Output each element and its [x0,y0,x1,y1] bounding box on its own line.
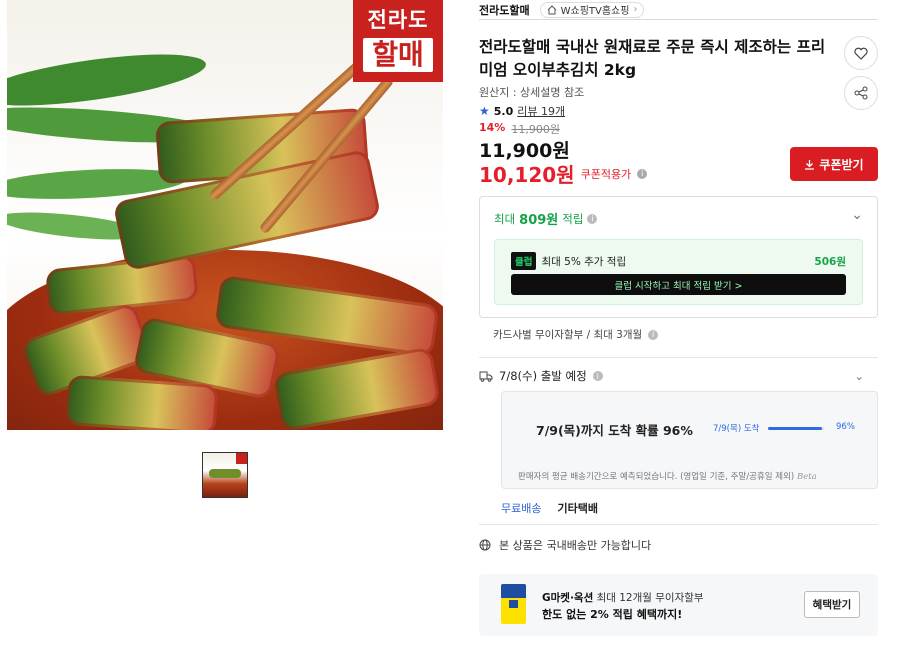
home-icon [547,4,556,14]
club-points-row: 클럽 최대 5% 추가 적립 506원 [511,252,846,270]
info-icon[interactable]: i [587,213,598,224]
promo-brand: G마켓·옥션 [542,592,594,604]
points-prefix: 최대 [494,211,516,226]
coupon-download-button[interactable]: 쿠폰받기 [790,147,878,181]
coupon-price-row: 10,120원 쿠폰적용가 i [479,159,648,188]
arrival-probability-bar [768,427,824,430]
divider [479,357,878,358]
thumbnail-cucumber [209,469,241,478]
share-icon [854,86,868,100]
brand-badge-line2: 할매 [363,38,433,72]
arrival-bar-percent: 96% [836,422,855,432]
divider [479,524,878,525]
product-main-image[interactable]: 전라도 할매 [7,0,443,430]
channel-tag[interactable]: W쇼핑TV홈쇼핑 › [539,1,645,18]
club-points-amount: 506원 [814,255,846,268]
share-button[interactable] [844,76,878,110]
image-thumbnail[interactable] [202,452,248,498]
seller-bar: 전라도할매 W쇼핑TV홈쇼핑 › [479,0,878,20]
info-icon[interactable]: i [637,168,648,179]
coupon-price: 10,120원 [479,163,575,187]
promo-line1: G마켓·옥션 최대 12개월 무이자할부 [542,590,704,605]
domestic-only-notice: 본 상품은 국내배송만 가능합니다 [479,537,651,553]
rating-score: 5.0 [493,104,514,118]
courier-label: 기타택배 [557,502,598,515]
favorite-button[interactable] [844,36,878,70]
club-points-text: 최대 5% 추가 적립 [541,255,627,268]
seller-name-link[interactable]: 전라도할매 [479,2,530,18]
card-promo-banner: G마켓·옥션 최대 12개월 무이자할부 한도 없는 2% 적립 혜택까지! 혜… [479,574,878,636]
chevron-down-icon[interactable]: ⌄ [851,207,863,223]
club-badge: 클럽 [511,252,537,270]
points-suffix: 적립 [562,211,584,226]
arrival-estimate: 7/9(목)까지 도착 확률 96% [536,423,693,438]
product-title: 전라도할매 국내산 원재료로 주문 즉시 제조하는 프리미엄 오이부추김치 2k… [479,38,826,79]
info-icon[interactable]: i [592,371,603,381]
globe-icon [479,539,491,551]
delivery-note-text: 판매자의 평균 배송기간으로 예측되었습니다. (영업일 기준, 주말/공휴일 … [518,472,795,482]
club-points-box: 클럽 최대 5% 추가 적립 506원 클럽 시작하고 최대 적립 받기 > [494,239,863,305]
beta-tag: Beta [796,472,817,482]
coupon-price-label: 쿠폰적용가 [580,167,632,181]
delivery-estimate-box: 7/9(목)까지 도착 확률 96% 7/9(목) 도착 96% 판매자의 평균… [501,391,878,489]
domestic-only-text: 본 상품은 국내배송만 가능합니다 [499,539,652,552]
credit-card-icon [501,584,526,624]
green-onion-leaf [7,44,209,116]
truck-icon [479,371,493,382]
discount-percent: 14% [479,121,506,134]
chevron-down-icon[interactable]: ⌄ [854,369,864,383]
card-installment-row: 카드사별 무이자할부 / 최대 3개월 i [493,327,659,342]
brand-badge-line1: 전라도 [367,7,429,32]
original-price: 11,900원 [511,123,560,136]
origin-info: 원산지 : 상세설명 참조 [479,86,585,99]
download-icon [805,159,815,170]
shipping-type-row: 무료배송 기타택배 [501,500,598,516]
points-summary[interactable]: 최대 809원 적립 i [494,209,598,228]
channel-name: W쇼핑TV홈쇼핑 [560,6,630,17]
thumbnail-badge [236,453,247,464]
get-benefit-button[interactable]: 혜택받기 [804,591,860,618]
card-installment-text: 카드사별 무이자할부 / 최대 3개월 [493,329,643,341]
club-join-button[interactable]: 클럽 시작하고 최대 적립 받기 > [511,274,846,295]
promo-line1-text: 최대 12개월 무이자할부 [596,592,704,604]
rating-row: ★ 5.0 리뷰 19개 [479,103,565,119]
cucumber-piece [65,374,219,430]
info-icon[interactable]: i [648,329,659,340]
shipping-header[interactable]: 7/8(수) 출발 예정 i ⌄ [479,368,878,384]
points-amount: 809원 [519,213,559,228]
arrival-bar-label: 7/9(목) 도착 [713,424,760,434]
discount-row: 14% 11,900원 [479,121,560,137]
brand-logo-badge: 전라도 할매 [353,0,443,82]
coupon-button-label: 쿠폰받기 [819,157,864,172]
chevron-right-icon: › [633,4,638,15]
departure-date: 7/8(수) 출발 예정 [499,369,587,383]
arrival-probability-fill [768,427,822,430]
star-icon: ★ [479,104,490,118]
review-count-link[interactable]: 리뷰 19개 [517,103,565,119]
product-info-panel: 전라도할매 W쇼핑TV홈쇼핑 › 전라도할매 국내산 원재료로 주문 즉시 제조… [479,0,878,636]
heart-icon [854,47,868,60]
points-section: 최대 809원 적립 i ⌄ 클럽 최대 5% 추가 적립 506원 클럽 시작… [479,196,878,318]
free-shipping-label: 무료배송 [501,502,542,515]
delivery-note: 판매자의 평균 배송기간으로 예측되었습니다. (영업일 기준, 주말/공휴일 … [518,470,817,482]
promo-line2: 한도 없는 2% 적립 혜택까지! [542,608,683,621]
